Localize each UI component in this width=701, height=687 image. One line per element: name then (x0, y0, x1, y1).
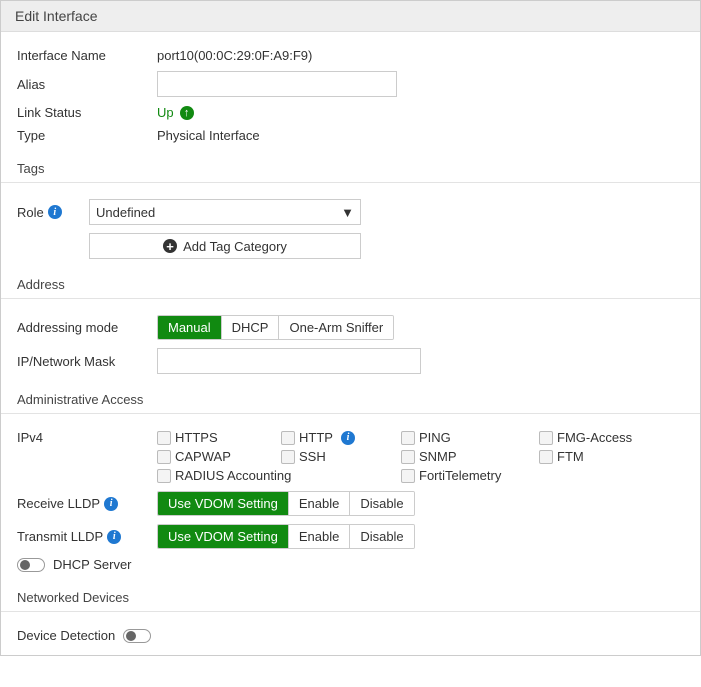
ping-checkbox-label: PING (419, 430, 451, 445)
add-tag-category-label: Add Tag Category (183, 239, 287, 254)
interface-name-label: Interface Name (17, 48, 157, 63)
ftm-checkbox[interactable] (539, 450, 553, 464)
snmp-checkbox-label: SNMP (419, 449, 457, 464)
ssh-checkbox[interactable] (281, 450, 295, 464)
receive-lldp-label: Receive LLDP (17, 496, 100, 511)
capwap-checkbox-label: CAPWAP (175, 449, 231, 464)
transmit-lldp-vdom[interactable]: Use VDOM Setting (158, 525, 289, 548)
http-checkbox[interactable] (281, 431, 295, 445)
role-label: Role (17, 205, 44, 220)
ftm-checkbox-label: FTM (557, 449, 584, 464)
admin-access-section: IPv4 HTTPS HTTPi PING FMG-Access CAPWAP … (1, 414, 700, 584)
https-checkbox-label: HTTPS (175, 430, 218, 445)
info-icon[interactable]: i (104, 497, 118, 511)
info-icon[interactable]: i (48, 205, 62, 219)
radius-checkbox-label: RADIUS Accounting (175, 468, 291, 483)
addressing-mode-group: Manual DHCP One-Arm Sniffer (157, 315, 394, 340)
role-select-value: Undefined (96, 205, 155, 220)
address-section: Addressing mode Manual DHCP One-Arm Snif… (1, 299, 700, 386)
ip-network-mask-input[interactable] (157, 348, 421, 374)
receive-lldp-group: Use VDOM Setting Enable Disable (157, 491, 415, 516)
snmp-checkbox[interactable] (401, 450, 415, 464)
receive-lldp-vdom[interactable]: Use VDOM Setting (158, 492, 289, 515)
networked-devices-section-title: Networked Devices (1, 584, 700, 612)
radius-checkbox[interactable] (157, 469, 171, 483)
admin-access-section-title: Administrative Access (1, 386, 700, 414)
basic-section: Interface Name port10(00:0C:29:0F:A9:F9)… (1, 32, 700, 155)
ip-network-mask-label: IP/Network Mask (17, 354, 157, 369)
fmg-checkbox-label: FMG-Access (557, 430, 632, 445)
tags-section: Role i Undefined ▼ + Add Tag Category (1, 183, 700, 271)
edit-interface-panel: Edit Interface Interface Name port10(00:… (0, 0, 701, 656)
forti-checkbox[interactable] (401, 469, 415, 483)
receive-lldp-disable[interactable]: Disable (350, 492, 413, 515)
alias-input[interactable] (157, 71, 397, 97)
interface-name-value: port10(00:0C:29:0F:A9:F9) (157, 48, 684, 63)
receive-lldp-enable[interactable]: Enable (289, 492, 350, 515)
dhcp-server-toggle[interactable] (17, 558, 45, 572)
type-value: Physical Interface (157, 128, 684, 143)
plus-icon: + (163, 239, 177, 253)
fmg-checkbox[interactable] (539, 431, 553, 445)
transmit-lldp-group: Use VDOM Setting Enable Disable (157, 524, 415, 549)
device-detection-label: Device Detection (17, 628, 115, 643)
tags-section-title: Tags (1, 155, 700, 183)
transmit-lldp-disable[interactable]: Disable (350, 525, 413, 548)
device-detection-toggle[interactable] (123, 629, 151, 643)
http-checkbox-label: HTTP (299, 430, 333, 445)
capwap-checkbox[interactable] (157, 450, 171, 464)
transmit-lldp-label: Transmit LLDP (17, 529, 103, 544)
chevron-down-icon: ▼ (341, 205, 354, 220)
type-label: Type (17, 128, 157, 143)
networked-devices-section: Device Detection (1, 612, 700, 655)
ssh-checkbox-label: SSH (299, 449, 326, 464)
addressing-mode-onearm[interactable]: One-Arm Sniffer (279, 316, 393, 339)
forti-checkbox-label: FortiTelemetry (419, 468, 501, 483)
arrow-up-icon: ↑ (180, 106, 194, 120)
link-status-value: Up (157, 105, 174, 120)
info-icon[interactable]: i (107, 530, 121, 544)
link-status-label: Link Status (17, 105, 157, 120)
addressing-mode-manual[interactable]: Manual (158, 316, 222, 339)
addressing-mode-dhcp[interactable]: DHCP (222, 316, 280, 339)
add-tag-category-button[interactable]: + Add Tag Category (89, 233, 361, 259)
ipv4-label: IPv4 (17, 430, 157, 445)
panel-header: Edit Interface (1, 1, 700, 32)
info-icon[interactable]: i (341, 431, 355, 445)
panel-title: Edit Interface (15, 8, 98, 24)
dhcp-server-label: DHCP Server (53, 557, 132, 572)
address-section-title: Address (1, 271, 700, 299)
transmit-lldp-enable[interactable]: Enable (289, 525, 350, 548)
https-checkbox[interactable] (157, 431, 171, 445)
alias-label: Alias (17, 77, 157, 92)
addressing-mode-label: Addressing mode (17, 320, 157, 335)
role-select[interactable]: Undefined ▼ (89, 199, 361, 225)
ping-checkbox[interactable] (401, 431, 415, 445)
